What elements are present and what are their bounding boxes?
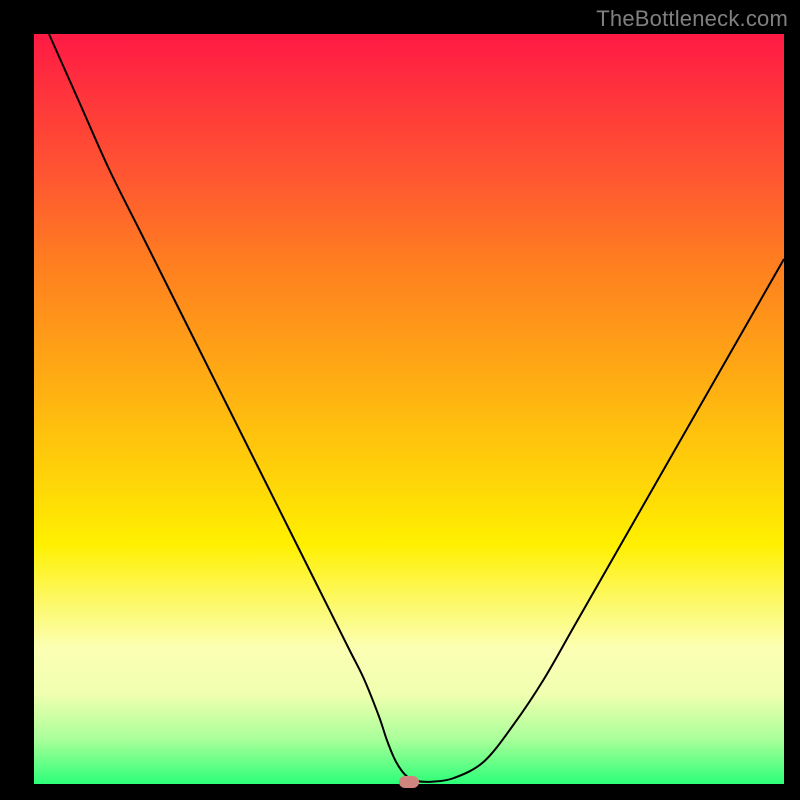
optimal-point-marker — [399, 776, 419, 788]
bottleneck-curve — [34, 34, 784, 784]
plot-area — [34, 34, 784, 784]
watermark-text: TheBottleneck.com — [596, 6, 788, 32]
